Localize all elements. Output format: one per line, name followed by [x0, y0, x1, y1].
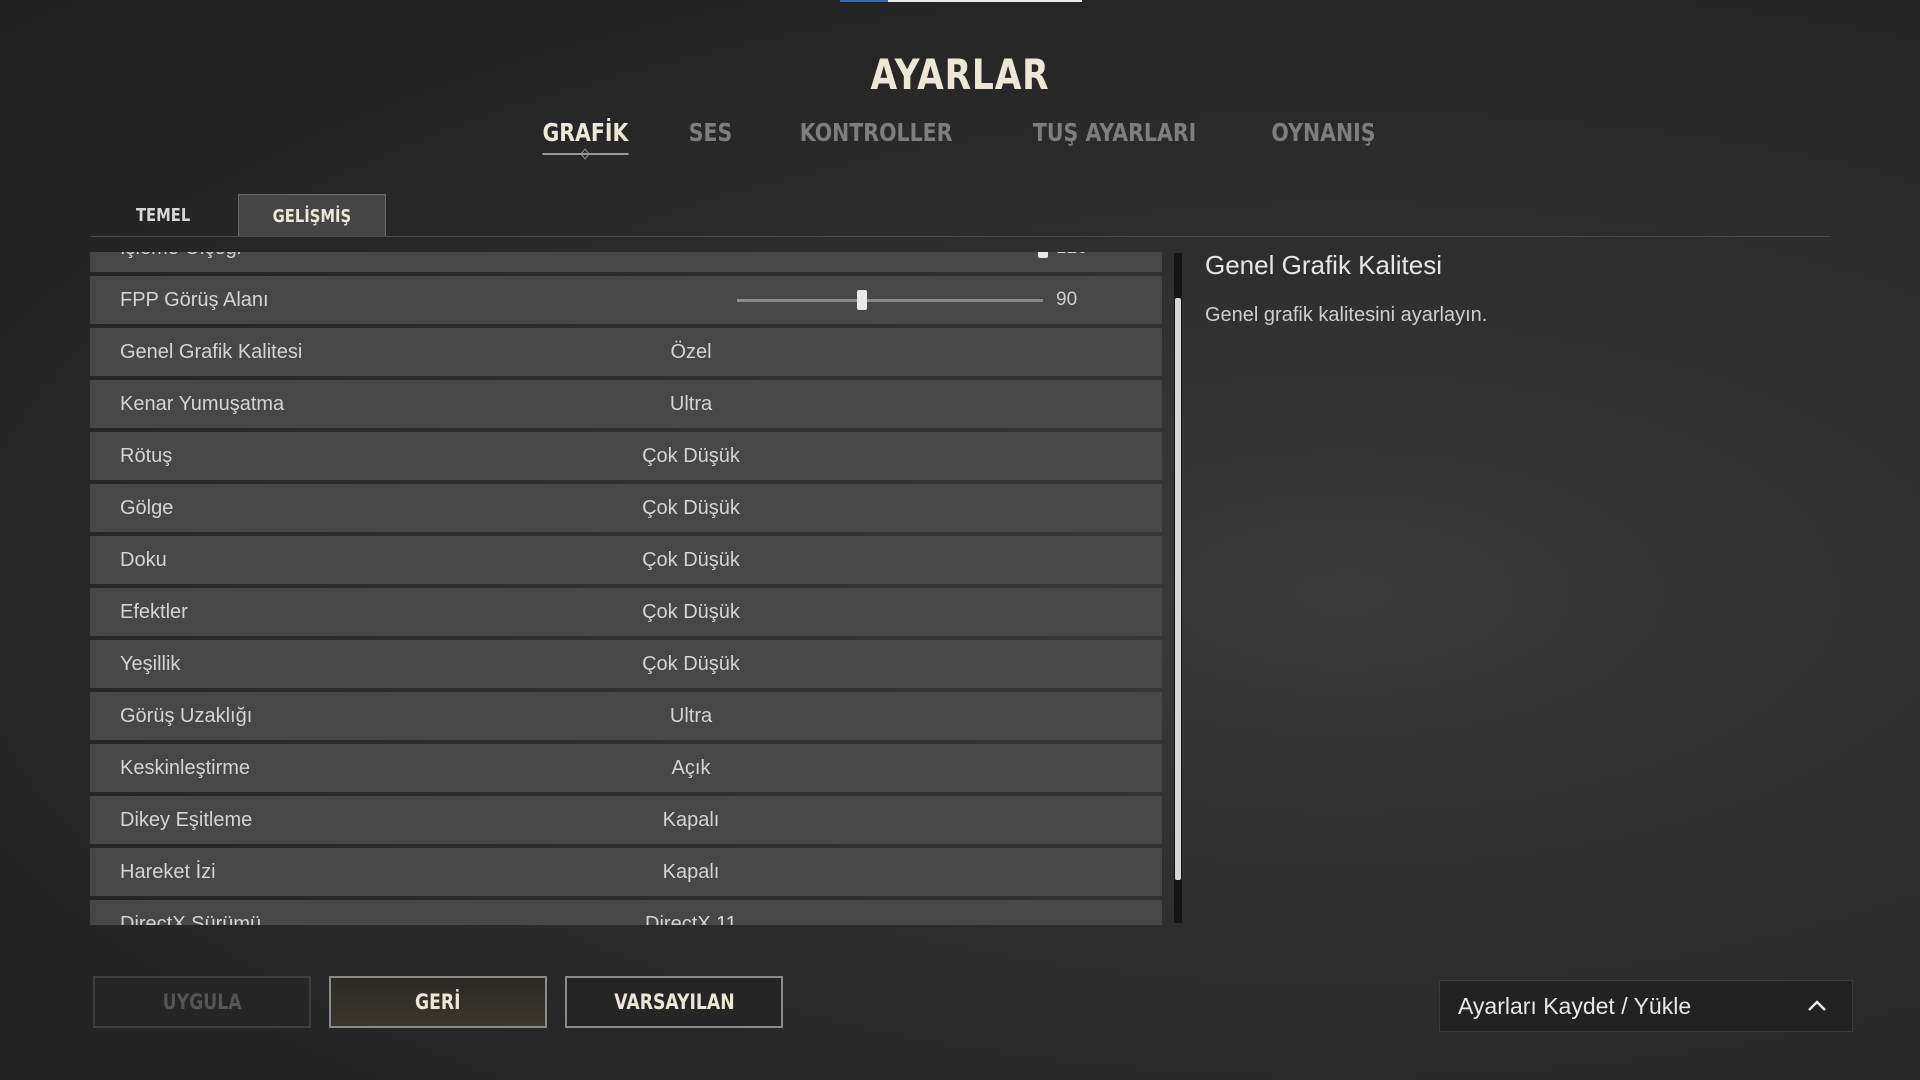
setting-value[interactable]: Özel: [400, 341, 982, 364]
setting-row[interactable]: Efektler Çok Düşük: [90, 588, 1162, 636]
tab-gameplay[interactable]: OYNANIŞ: [1272, 118, 1376, 155]
setting-label: Gölge: [120, 496, 174, 519]
setting-row[interactable]: Doku Çok Düşük: [90, 536, 1162, 584]
setting-value[interactable]: Çok Düşük: [400, 601, 982, 624]
defaults-button[interactable]: VARSAYILAN: [565, 976, 783, 1028]
back-button-label: GERİ: [415, 990, 461, 1014]
chevron-up-icon: [1808, 1000, 1826, 1011]
setting-row[interactable]: Hareket İzi Kapalı: [90, 848, 1162, 896]
top-indicator-bar: [840, 0, 1082, 2]
main-tab-bar: GRAFİK SES KONTROLLER TUŞ AYARLARI OYNAN…: [0, 118, 1920, 155]
defaults-button-label: VARSAYILAN: [613, 990, 735, 1014]
setting-row[interactable]: Dikey Eşitleme Kapalı: [90, 796, 1162, 844]
description-title: Genel Grafik Kalitesi: [1205, 250, 1442, 280]
tab-graphics[interactable]: GRAFİK: [542, 118, 628, 155]
save-load-settings-dropdown[interactable]: Ayarları Kaydet / Yükle: [1439, 980, 1853, 1032]
tab-sound[interactable]: SES: [689, 118, 733, 155]
setting-row[interactable]: Kenar Yumuşatma Ultra: [90, 380, 1162, 428]
slider-thumb[interactable]: [857, 290, 868, 310]
setting-row[interactable]: Rötuş Çok Düşük: [90, 432, 1162, 480]
setting-row[interactable]: İşleme Ölçeği 120: [90, 252, 1162, 272]
subtab-basic[interactable]: TEMEL: [90, 194, 236, 236]
page-title: AYARLAR: [870, 50, 1050, 99]
setting-label: Rötuş: [120, 444, 173, 467]
setting-value[interactable]: Çok Düşük: [400, 497, 982, 520]
setting-label: Keskinleştirme: [120, 756, 251, 779]
tab-keybindings[interactable]: TUŞ AYARLARI: [1033, 118, 1196, 155]
setting-label: İşleme Ölçeği: [120, 252, 241, 260]
setting-value[interactable]: Ultra: [400, 705, 982, 728]
slider-value: 120: [1056, 252, 1088, 259]
subtab-basic-label: TEMEL: [135, 204, 191, 226]
setting-label: Dikey Eşitleme: [120, 808, 253, 831]
subtab-divider: [90, 236, 1830, 237]
setting-row[interactable]: FPP Görüş Alanı 90: [90, 276, 1162, 324]
slider-value: 90: [1056, 289, 1078, 310]
setting-label: Yeşillik: [120, 652, 181, 675]
setting-value[interactable]: Ultra: [400, 393, 982, 416]
setting-label: Görüş Uzaklığı: [120, 704, 253, 727]
subtab-advanced[interactable]: GELİŞMİŞ: [238, 194, 386, 237]
setting-value[interactable]: Kapalı: [400, 861, 982, 884]
setting-label: Efektler: [120, 600, 188, 623]
setting-row[interactable]: Görüş Uzaklığı Ultra: [90, 692, 1162, 740]
top-indicator-accent: [840, 0, 888, 2]
setting-row[interactable]: Gölge Çok Düşük: [90, 484, 1162, 532]
setting-label: Hareket İzi: [120, 860, 216, 883]
setting-value[interactable]: Çok Düşük: [400, 445, 982, 468]
slider-thumb[interactable]: [1038, 252, 1048, 258]
description-text: Genel grafik kalitesini ayarlayın.: [1205, 304, 1488, 326]
setting-value[interactable]: Açık: [400, 757, 982, 780]
settings-list-content: İşleme Ölçeği 120 FPP Görüş Alanı 90 Genel G…: [90, 252, 1162, 925]
tab-controls[interactable]: KONTROLLER: [800, 118, 953, 155]
subtab-advanced-label: GELİŞMİŞ: [272, 205, 352, 227]
setting-value[interactable]: Kapalı: [400, 809, 982, 832]
apply-button[interactable]: UYGULA: [93, 976, 311, 1028]
scrollbar-thumb[interactable]: [1175, 298, 1181, 880]
setting-label: FPP Görüş Alanı: [120, 288, 269, 311]
setting-value[interactable]: Çok Düşük: [400, 549, 982, 572]
setting-label: Doku: [120, 548, 167, 571]
setting-value[interactable]: Çok Düşük: [400, 653, 982, 676]
save-load-label: Ayarları Kaydet / Yükle: [1458, 992, 1692, 1019]
setting-label: Kenar Yumuşatma: [120, 392, 285, 415]
setting-row[interactable]: Genel Grafik Kalitesi Özel: [90, 328, 1162, 376]
setting-value[interactable]: DirectX 11: [400, 913, 982, 926]
settings-list[interactable]: İşleme Ölçeği 120 FPP Görüş Alanı 90 Genel G…: [90, 252, 1162, 925]
setting-row[interactable]: DirectX Sürümü DirectX 11: [90, 900, 1162, 925]
setting-row[interactable]: Keskinleştirme Açık: [90, 744, 1162, 792]
setting-label: DirectX Sürümü: [120, 912, 262, 926]
slider-track[interactable]: [737, 299, 1043, 302]
back-button[interactable]: GERİ: [329, 976, 547, 1028]
setting-row[interactable]: Yeşillik Çok Düşük: [90, 640, 1162, 688]
setting-label: Genel Grafik Kalitesi: [120, 340, 303, 363]
apply-button-label: UYGULA: [162, 990, 242, 1014]
